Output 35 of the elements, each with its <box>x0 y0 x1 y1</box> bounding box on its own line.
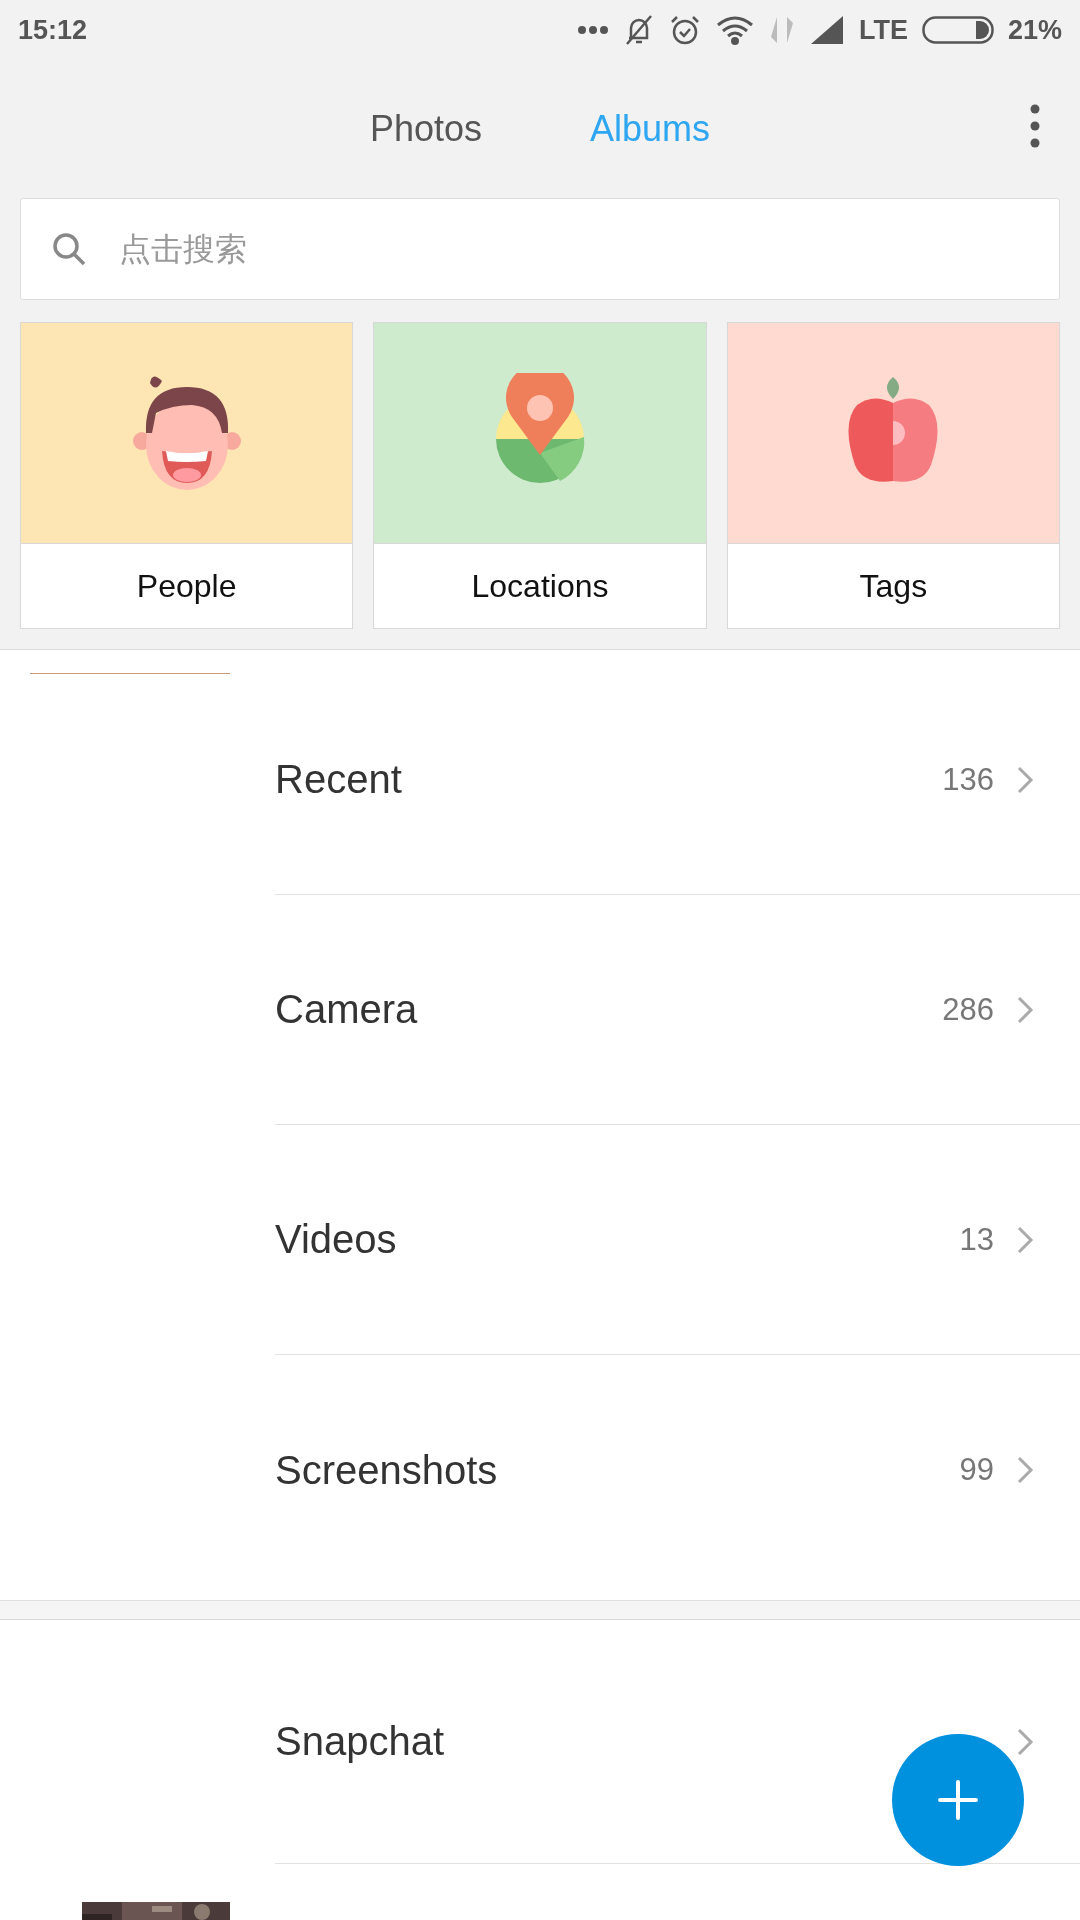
search-icon <box>51 231 87 267</box>
album-row[interactable]: Camera 286 <box>0 895 1080 1125</box>
more-notifications-icon <box>576 25 609 35</box>
time-text: 15:12 <box>18 14 88 46</box>
data-arrows-icon <box>768 15 795 45</box>
chevron-right-icon <box>1016 764 1034 795</box>
chevron-right-icon <box>1016 1726 1034 1757</box>
album-title: Screenshots <box>275 1447 499 1493</box>
chevron-right-icon <box>1016 1224 1034 1255</box>
album-count: 286 <box>942 991 994 1028</box>
album-row[interactable]: Recent 136 <box>0 665 1080 895</box>
album-title: Snapchat <box>275 1719 446 1764</box>
plus-icon <box>936 1778 980 1822</box>
category-tile[interactable]: People <box>20 322 354 629</box>
category-tile[interactable]: Tags <box>726 322 1060 629</box>
battery-text: 21% <box>1007 14 1062 46</box>
album-count: 99 <box>959 1452 994 1488</box>
album-count: 136 <box>942 761 994 798</box>
battery-icon <box>921 16 994 44</box>
tab[interactable]: Photos <box>369 108 482 150</box>
album-row[interactable]: Videos 13 <box>0 1125 1080 1355</box>
network-text: LTE <box>858 14 908 46</box>
category-tile[interactable]: Locations <box>373 322 707 629</box>
face-icon <box>131 373 242 493</box>
wifi-icon <box>714 15 755 45</box>
album-title: Recent <box>275 757 403 802</box>
album-title: Videos <box>275 1217 398 1262</box>
album-count: 13 <box>959 1221 994 1258</box>
more-options-icon[interactable] <box>1030 104 1040 148</box>
search-input[interactable]: 点击搜索 <box>117 229 1029 269</box>
search-field[interactable]: 点击搜索 <box>20 198 1060 300</box>
album-title: Camera <box>275 987 419 1032</box>
album-row[interactable]: Screenshots 99 <box>0 1355 1080 1585</box>
chevron-right-icon <box>1016 1455 1034 1485</box>
chevron-right-icon <box>1016 994 1034 1025</box>
